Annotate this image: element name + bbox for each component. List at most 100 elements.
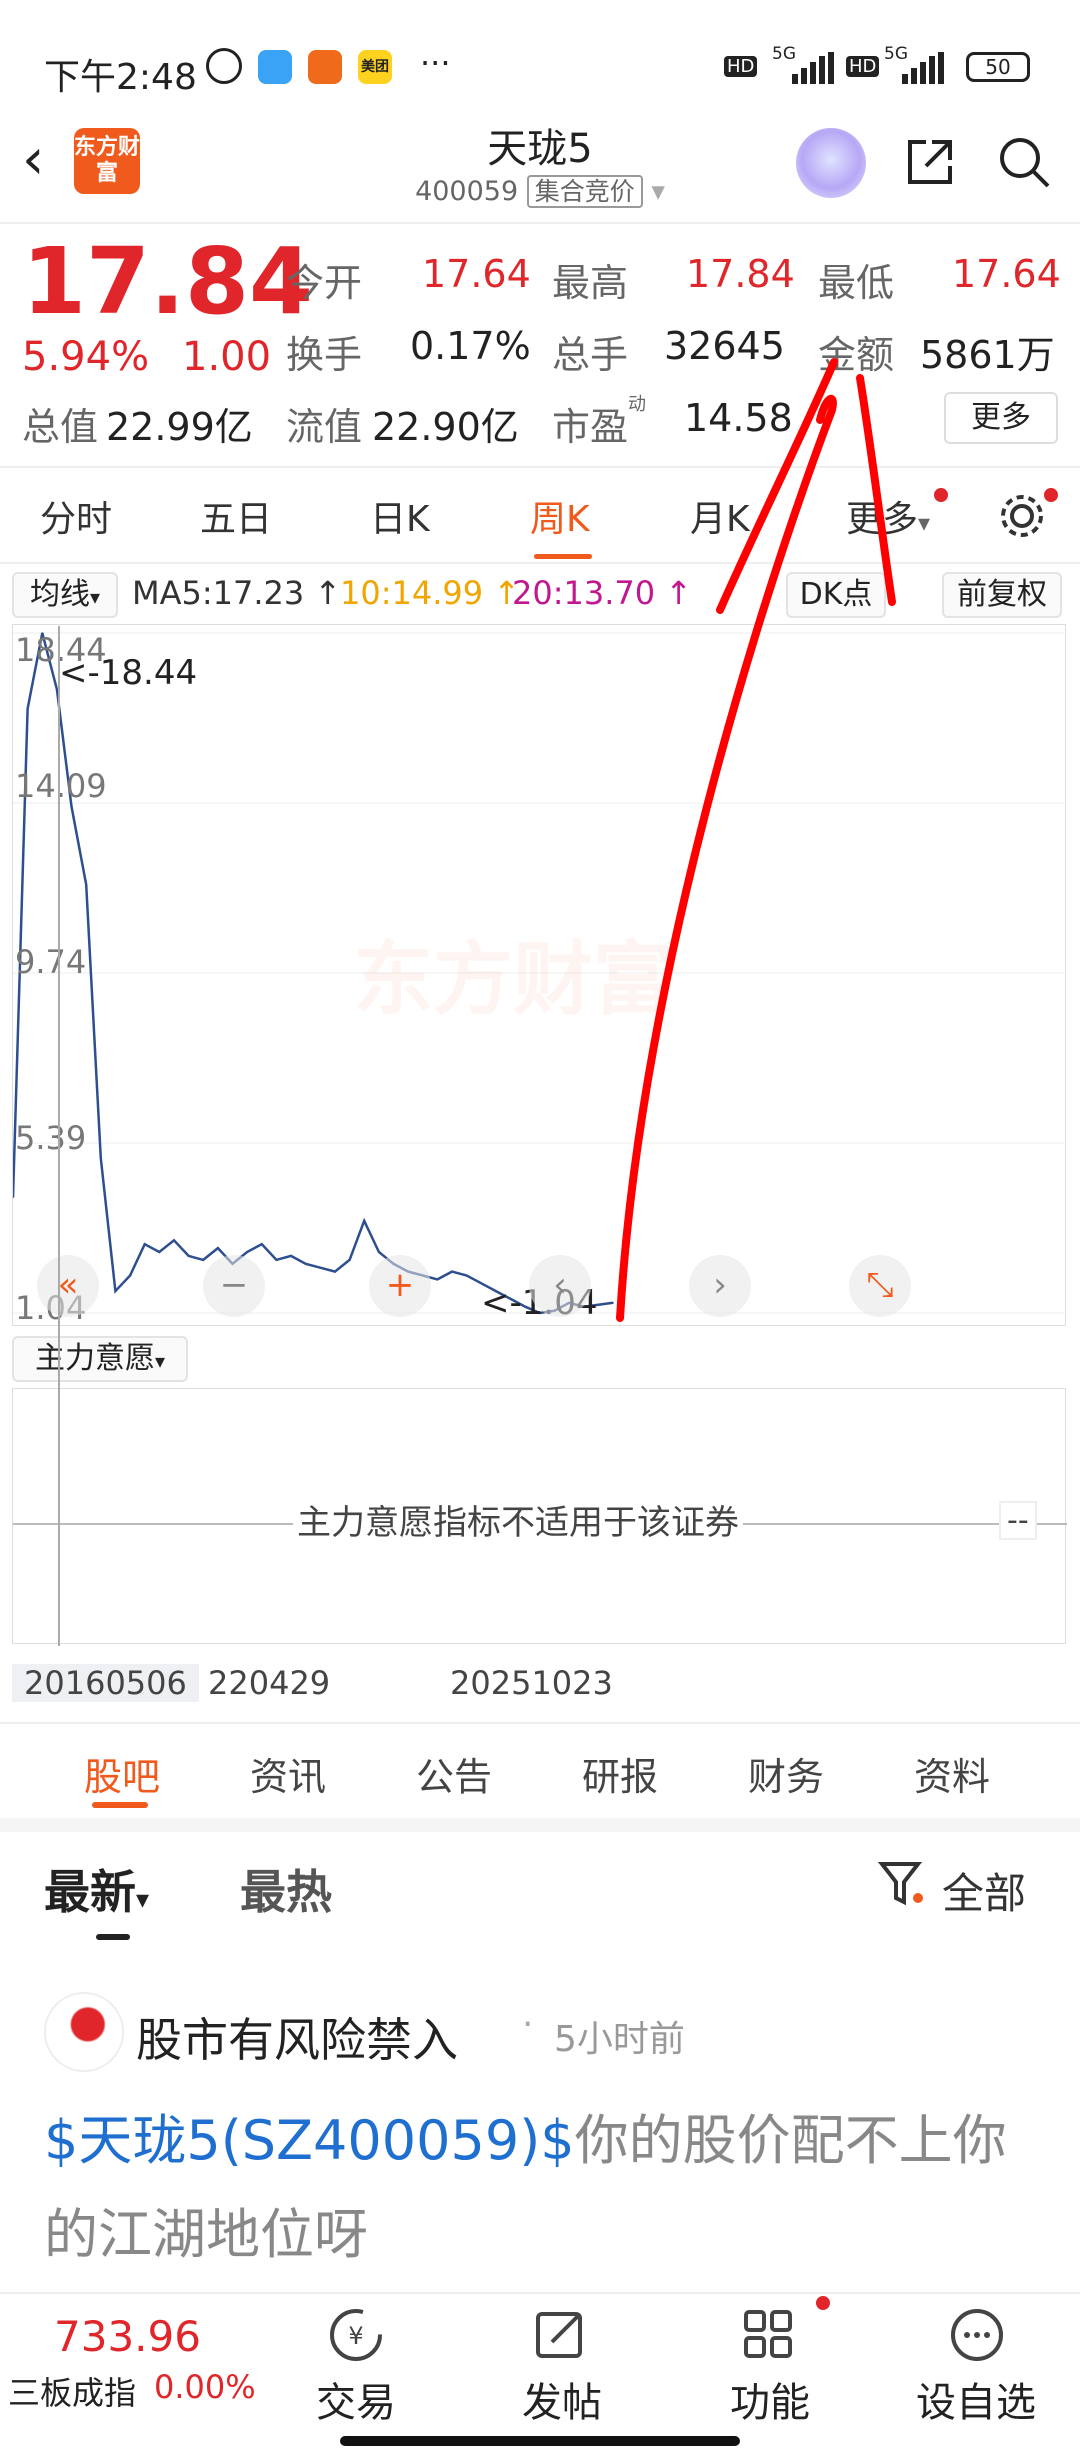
tab-five-day[interactable]: 五日 bbox=[200, 490, 272, 542]
sort-latest-label: 最新 bbox=[44, 1865, 136, 1919]
mktcap-label: 总值 bbox=[22, 405, 99, 449]
chevron-down-icon: ▾ bbox=[918, 509, 931, 537]
sort-latest[interactable]: 最新▾ bbox=[44, 1856, 149, 1922]
max-price-annotation: <-18.44 bbox=[59, 653, 198, 693]
post-time: 5小时前 bbox=[554, 2019, 685, 2060]
tab-monthly-k[interactable]: 月K bbox=[690, 490, 750, 542]
chevron-down-icon: ▾ bbox=[154, 1349, 166, 1373]
tab-announcements[interactable]: 公告 bbox=[416, 1746, 492, 1801]
settings-gear-icon[interactable] bbox=[996, 490, 1048, 542]
adjust-mode-button[interactable]: 前复权 bbox=[942, 572, 1062, 618]
y-tick-label: 9.74 bbox=[15, 943, 87, 981]
tab-daily-k[interactable]: 日K bbox=[370, 490, 430, 542]
alarm-icon bbox=[206, 48, 242, 84]
amount-value: 5861万 bbox=[920, 333, 1055, 377]
scroll-left-fast-button[interactable]: « bbox=[37, 1255, 99, 1317]
trade-icon[interactable]: ¥ bbox=[321, 2300, 391, 2370]
pe-label: 市盈 bbox=[552, 405, 629, 449]
crosshair-line bbox=[58, 626, 60, 1646]
float-label: 流值 bbox=[286, 405, 363, 449]
tab-profile[interactable]: 资料 bbox=[914, 1746, 990, 1801]
price-data-point bbox=[597, 1303, 600, 1306]
stock-code-line[interactable]: 400059 集合竞价 ▾ bbox=[340, 172, 740, 208]
chevron-down-icon: ▾ bbox=[651, 176, 665, 207]
tab-news[interactable]: 资讯 bbox=[250, 1746, 326, 1801]
more-quote-button[interactable]: 更多 bbox=[944, 392, 1058, 444]
share-icon[interactable] bbox=[900, 132, 960, 192]
price-data-point bbox=[246, 1251, 248, 1253]
status-more: ··· bbox=[420, 44, 451, 82]
price-data-point bbox=[187, 1255, 190, 1257]
price-data-point bbox=[158, 1251, 161, 1253]
fullscreen-button[interactable]: ⤡ bbox=[849, 1255, 911, 1317]
features-icon[interactable] bbox=[734, 2300, 804, 2370]
scroll-right-button[interactable]: › bbox=[689, 1255, 751, 1317]
app-logo[interactable]: 东方财富 bbox=[74, 128, 140, 194]
back-button[interactable]: ‹ bbox=[22, 130, 82, 190]
nav-post[interactable]: 发帖 bbox=[472, 2370, 652, 2428]
tab-more-label: 更多 bbox=[846, 499, 919, 540]
nav-trade[interactable]: 交易 bbox=[266, 2370, 446, 2428]
price-data-point bbox=[304, 1262, 307, 1265]
compose-icon[interactable] bbox=[526, 2300, 596, 2370]
index-value[interactable]: 733.96 bbox=[54, 2312, 201, 2361]
divider bbox=[0, 222, 1080, 224]
price-data-point bbox=[465, 1274, 468, 1277]
add-watchlist-icon[interactable] bbox=[942, 2300, 1012, 2370]
price-data-point bbox=[70, 805, 73, 808]
assistant-avatar[interactable] bbox=[796, 128, 866, 198]
sort-hot[interactable]: 最热 bbox=[240, 1856, 332, 1922]
price-data-point bbox=[143, 1243, 146, 1246]
pe-dynamic-mark: 动 bbox=[628, 394, 646, 415]
x-axis-date: 220429 bbox=[208, 1664, 331, 1702]
sub-indicator-selector[interactable]: 主力意愿▾ bbox=[12, 1336, 188, 1382]
change-pct: 5.94% bbox=[22, 334, 150, 380]
dk-point-button[interactable]: DK点 bbox=[786, 572, 886, 618]
tab-finance[interactable]: 财务 bbox=[748, 1746, 824, 1801]
post-content[interactable]: $天珑5(SZ400059)$你的股价配不上你的江湖地位呀 bbox=[44, 2094, 1044, 2282]
open-value: 17.64 bbox=[422, 252, 531, 296]
stock-tag-link[interactable]: $天珑5(SZ400059)$ bbox=[44, 2109, 575, 2172]
price-data-point bbox=[436, 1278, 439, 1281]
notification-dot bbox=[1044, 488, 1058, 502]
user-avatar[interactable] bbox=[44, 1992, 124, 2072]
notification-dot bbox=[934, 488, 948, 502]
turnover-value: 0.17% bbox=[410, 324, 531, 368]
active-tab-indicator bbox=[534, 554, 592, 559]
stock-code: 400059 bbox=[415, 176, 519, 207]
zoom-in-button[interactable]: + bbox=[369, 1255, 431, 1317]
tab-weekly-k[interactable]: 周K bbox=[530, 490, 590, 542]
tab-guba[interactable]: 股吧 bbox=[84, 1746, 160, 1801]
indicator-value: -- bbox=[999, 1501, 1037, 1540]
price-data-point bbox=[348, 1259, 351, 1261]
divider bbox=[0, 1722, 1080, 1724]
price-data-point bbox=[114, 1290, 117, 1292]
filter-label[interactable]: 全部 bbox=[942, 1860, 1026, 1921]
tab-research[interactable]: 研报 bbox=[582, 1746, 658, 1801]
index-name[interactable]: 三板成指 bbox=[8, 2368, 136, 2414]
nav-features[interactable]: 功能 bbox=[680, 2370, 860, 2428]
tab-more-periods[interactable]: 更多▾ bbox=[846, 490, 930, 542]
price-data-point bbox=[100, 1157, 102, 1160]
price-data-point bbox=[290, 1255, 292, 1257]
chevron-down-icon: ▾ bbox=[136, 1885, 150, 1915]
y-tick-label: 14.09 bbox=[15, 767, 107, 805]
app-notification-icon bbox=[258, 50, 292, 84]
nav-watchlist[interactable]: 设自选 bbox=[886, 2370, 1066, 2428]
indicator-selector[interactable]: 均线▾ bbox=[12, 572, 118, 618]
signal-icon bbox=[902, 52, 944, 84]
filter-icon[interactable] bbox=[878, 1858, 926, 1910]
price-data-point bbox=[319, 1266, 322, 1269]
post-username[interactable]: 股市有风险禁入 bbox=[136, 2004, 458, 2070]
zoom-out-button[interactable]: − bbox=[203, 1255, 265, 1317]
price-chart[interactable]: 东方财富 18.44 14.09 9.74 5.39 1.04 <-18.44 … bbox=[12, 624, 1067, 1327]
battery-icon: 50 bbox=[966, 52, 1030, 82]
change-abs: 1.00 bbox=[182, 334, 272, 380]
tab-intraday[interactable]: 分时 bbox=[40, 490, 112, 542]
high-value: 17.84 bbox=[686, 252, 795, 296]
price-data-point bbox=[451, 1270, 453, 1273]
scroll-left-button[interactable]: ‹ bbox=[529, 1255, 591, 1317]
amount-label: 金额 bbox=[818, 333, 895, 377]
post-meta-dot: · bbox=[522, 2004, 534, 2045]
search-icon[interactable] bbox=[994, 132, 1054, 192]
